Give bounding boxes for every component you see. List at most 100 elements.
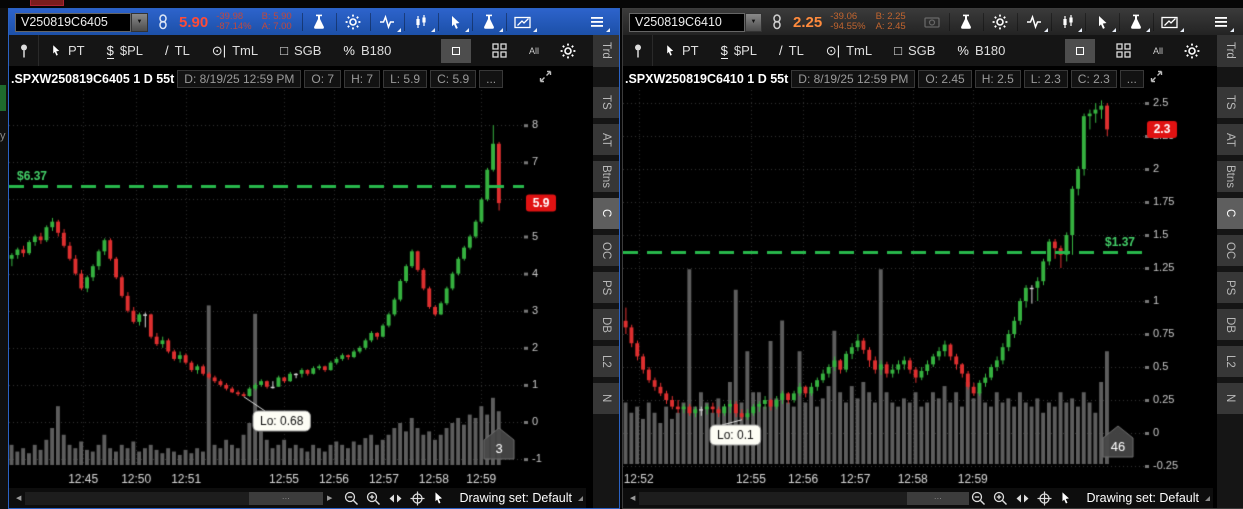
titlebar[interactable]: V250819C6410 ▼ 2.25 -39.06 -94.55% B: 2.… <box>623 9 1243 35</box>
tool-b180[interactable]: % B180 <box>946 43 1016 58</box>
tool-dollar-pl[interactable]: $ $PL <box>96 43 154 59</box>
symbol-input[interactable]: V250819C6405 <box>15 13 131 32</box>
grid-layout-button[interactable] <box>1109 39 1139 63</box>
zoom-out-icon[interactable] <box>344 491 359 506</box>
scroll-left-arrow[interactable]: ◀ <box>12 494 25 502</box>
side-tab-oc[interactable]: OC <box>593 235 619 266</box>
menu-icon[interactable] <box>1204 10 1237 34</box>
tool-dollar-pl[interactable]: $ $PL <box>710 43 768 59</box>
settings-gear-icon[interactable] <box>984 10 1017 34</box>
line-study-icon[interactable] <box>371 10 404 34</box>
crosshair-icon[interactable] <box>1037 491 1052 506</box>
tool-sgb[interactable]: □ SGB <box>269 43 332 58</box>
chart-high: H: 7 <box>344 70 380 88</box>
percent-icon: % <box>957 43 969 58</box>
chart-style-icon[interactable] <box>405 10 438 34</box>
tool-timeline[interactable]: ⊙| TmL <box>201 43 269 59</box>
side-tab-ps[interactable]: PS <box>1217 272 1243 303</box>
chart-style-icon[interactable] <box>1052 10 1085 34</box>
all-button[interactable]: All <box>529 46 539 56</box>
side-tab-btns[interactable]: Btns <box>593 161 619 192</box>
side-tab-ts[interactable]: TS <box>593 87 619 118</box>
crosshair-icon[interactable] <box>410 491 425 506</box>
tool-trendline[interactable]: / TL <box>768 43 815 58</box>
side-tab-l2[interactable]: L2 <box>1217 346 1243 377</box>
settings-gear-icon[interactable] <box>337 10 370 34</box>
side-tab-at[interactable]: AT <box>593 124 619 155</box>
drawing-set-selector[interactable]: Drawing set: Default <box>1086 491 1199 505</box>
studies-flask-icon[interactable] <box>303 10 336 34</box>
strategies-flask-icon[interactable] <box>1120 10 1153 34</box>
zoom-in-icon[interactable] <box>366 491 381 506</box>
grid-layout-button[interactable] <box>485 39 515 63</box>
tool-trendline[interactable]: / TL <box>154 43 201 58</box>
side-tab-c[interactable]: C <box>593 198 619 229</box>
tool-sgb-label: SGB <box>908 43 935 58</box>
symbol-dropdown-button[interactable]: ▼ <box>745 13 762 32</box>
link-icon[interactable] <box>155 14 171 30</box>
drawing-set-selector[interactable]: Drawing set: Default <box>459 491 572 505</box>
drawing-tools-icon[interactable] <box>507 10 540 34</box>
drawing-tools-icon[interactable] <box>1154 10 1187 34</box>
side-tab-n[interactable]: N <box>1217 383 1243 414</box>
toolbar-gear-icon[interactable] <box>553 39 583 63</box>
side-tab-column: TS AT Btns C OC PS DB L2 N <box>1217 67 1243 508</box>
pin-icon[interactable] <box>623 35 653 66</box>
all-button[interactable]: All <box>1153 46 1163 56</box>
side-tab-at[interactable]: AT <box>1217 124 1243 155</box>
single-chart-layout-button[interactable] <box>1065 39 1095 63</box>
toolbar-gear-icon[interactable] <box>1177 39 1207 63</box>
pointer-mode-icon[interactable] <box>432 491 445 505</box>
chart-low: L: 2.3 <box>1024 70 1068 88</box>
side-tab-db[interactable]: DB <box>1217 309 1243 340</box>
maximize-icon[interactable] <box>1150 70 1163 88</box>
tool-sgb[interactable]: □ SGB <box>883 43 946 58</box>
side-tab-ts[interactable]: TS <box>1217 87 1243 118</box>
tool-pointer[interactable]: PT <box>39 43 96 58</box>
step-right-arrow[interactable]: ▶ <box>323 494 336 502</box>
pin-icon[interactable] <box>9 35 39 66</box>
pointer-mode-icon[interactable] <box>1059 491 1072 505</box>
price-chart-canvas-6410[interactable] <box>623 90 1213 488</box>
titlebar[interactable]: V250819C6405 ▼ 5.90 -39.98 -87.14% B: 5.… <box>9 9 619 35</box>
cursor-tool-icon[interactable] <box>439 10 472 34</box>
studies-flask-icon[interactable] <box>950 10 983 34</box>
time-scrollbar[interactable]: ⋯ <box>25 492 309 505</box>
side-tab-oc[interactable]: OC <box>1217 235 1243 266</box>
snapshot-icon[interactable] <box>916 10 949 34</box>
single-chart-layout-button[interactable] <box>441 39 471 63</box>
side-tab-ps[interactable]: PS <box>593 272 619 303</box>
side-tab-trd[interactable]: Trd <box>593 35 619 67</box>
cursor-tool-icon[interactable] <box>1086 10 1119 34</box>
tool-b180[interactable]: % B180 <box>332 43 402 58</box>
tool-pointer-label: PT <box>682 43 699 58</box>
side-tab-trd[interactable]: Trd <box>1217 35 1243 67</box>
resize-grip-icon[interactable] <box>1205 496 1210 501</box>
scrollbar-thumb[interactable]: ⋯ <box>907 492 969 505</box>
maximize-icon[interactable] <box>539 70 552 88</box>
scroll-left-arrow[interactable]: ◀ <box>626 494 639 502</box>
side-tab-c[interactable]: C <box>1217 198 1243 229</box>
zoom-out-icon[interactable] <box>971 491 986 506</box>
expand-horizontal-icon[interactable] <box>388 492 403 505</box>
zoom-in-icon[interactable] <box>993 491 1008 506</box>
menu-icon[interactable] <box>580 10 613 34</box>
resize-grip-icon[interactable] <box>578 496 583 501</box>
strategies-flask-icon[interactable] <box>473 10 506 34</box>
scrollbar-thumb[interactable]: ⋯ <box>249 492 323 505</box>
tool-pointer[interactable]: PT <box>653 43 710 58</box>
price-chart-canvas-6405[interactable] <box>9 90 586 488</box>
time-scrollbar[interactable]: ⋯ <box>639 492 936 505</box>
symbol-input[interactable]: V250819C6410 <box>629 13 745 32</box>
expand-horizontal-icon[interactable] <box>1015 492 1030 505</box>
side-tab-btns[interactable]: Btns <box>1217 161 1243 192</box>
side-tab-db[interactable]: DB <box>593 309 619 340</box>
line-study-icon[interactable] <box>1018 10 1051 34</box>
side-tab-n[interactable]: N <box>593 383 619 414</box>
tool-timeline[interactable]: ⊙| TmL <box>815 43 883 59</box>
link-icon[interactable] <box>769 14 785 30</box>
square-icon <box>1076 47 1084 55</box>
desktop: y V250819C6405 ▼ 5.90 -39.98 -87.14% B: … <box>0 0 1243 509</box>
side-tab-l2[interactable]: L2 <box>593 346 619 377</box>
symbol-dropdown-button[interactable]: ▼ <box>131 13 148 32</box>
